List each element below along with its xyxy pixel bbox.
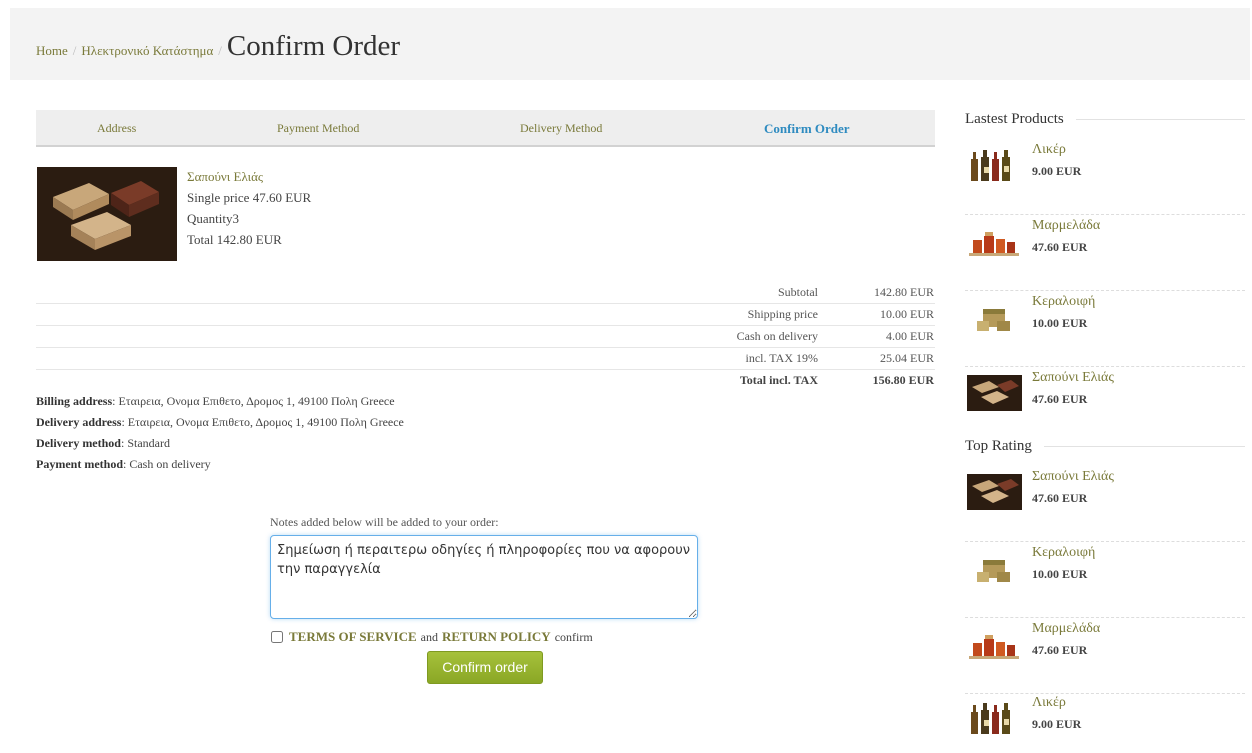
sidebar-product-name[interactable]: Λικέρ — [1032, 142, 1066, 158]
order-notes-textarea[interactable]: Σημείωση ή περαιτερω οδηγίες ή πληροφορί… — [270, 535, 698, 619]
breadcrumb: Home / Ηλεκτρονικό Κατάστημα / Confirm O… — [36, 30, 400, 63]
latest-products-heading: Lastest Products — [965, 111, 1245, 128]
totals-value: 142.80 EUR — [874, 285, 934, 299]
page-header: Home / Ηλεκτρονικό Κατάστημα / Confirm O… — [10, 8, 1250, 80]
terms-and-text: and — [420, 629, 438, 644]
sidebar-product[interactable]: Μαρμελάδα 47.60 EUR — [965, 215, 1245, 291]
step-delivery-method[interactable]: Delivery Method — [520, 121, 602, 136]
latest-products-title: Lastest Products — [965, 111, 1064, 127]
step-address[interactable]: Address — [97, 121, 136, 136]
sidebar-product-price: 47.60 EUR — [1032, 643, 1088, 657]
product-quantity: Quantity3 — [187, 211, 239, 226]
sidebar-product-name[interactable]: Λικέρ — [1032, 695, 1066, 711]
bottles-icon[interactable] — [967, 147, 1022, 183]
totals-row-grand-total: Total incl. TAX 156.80 EUR — [36, 370, 935, 392]
top-rating-title: Top Rating — [965, 438, 1032, 454]
totals-row-cod: Cash on delivery 4.00 EUR — [36, 326, 935, 348]
totals-label: Subtotal — [777, 285, 818, 299]
order-addresses: Billing address: Εταιρεια, Ονομα Επιθετο… — [36, 391, 404, 475]
product-total: Total 142.80 EUR — [187, 232, 282, 247]
totals-label: Cash on delivery — [736, 329, 818, 343]
jars-icon[interactable] — [967, 626, 1022, 662]
delivery-method-label: Delivery method — [36, 436, 121, 450]
payment-method: Payment method: Cash on delivery — [36, 454, 404, 475]
delivery-method: Delivery method: Standard — [36, 433, 404, 454]
billing-address-label: Billing address — [36, 394, 113, 408]
soap-icon[interactable] — [967, 474, 1022, 510]
delivery-address-value: : Εταιρεια, Ονομα Επιθετο, Δρομος 1, 491… — [121, 415, 404, 429]
billing-address: Billing address: Εταιρεια, Ονομα Επιθετο… — [36, 391, 404, 412]
payment-method-value: : Cash on delivery — [123, 457, 211, 471]
product-info: Σαπούνι Ελιάς Single price 47.60 EUR Qua… — [187, 166, 311, 250]
sidebar-product[interactable]: Λικέρ 9.00 EUR — [965, 139, 1245, 215]
bottles-icon[interactable] — [967, 700, 1022, 736]
sidebar-product-name[interactable]: Σαπούνι Ελιάς — [1032, 469, 1114, 485]
delivery-address: Delivery address: Εταιρεια, Ονομα Επιθετ… — [36, 412, 404, 433]
sidebar-product-price: 10.00 EUR — [1032, 316, 1088, 330]
terms-of-service-link[interactable]: TERMS OF SERVICE — [289, 629, 417, 645]
balm-icon[interactable] — [967, 299, 1022, 335]
checkout-steps: Address Payment Method Delivery Method C… — [36, 110, 935, 147]
product-image — [37, 167, 177, 261]
totals-value: 10.00 EUR — [880, 307, 934, 321]
sidebar-product[interactable]: Λικέρ 9.00 EUR — [965, 692, 1245, 752]
sidebar-product-price: 47.60 EUR — [1032, 491, 1088, 505]
terms-checkbox[interactable] — [271, 631, 283, 643]
sidebar-product[interactable]: Κεραλοιφή 10.00 EUR — [965, 291, 1245, 367]
totals-label: incl. TAX 19% — [745, 351, 818, 365]
sidebar-product-price: 9.00 EUR — [1032, 164, 1082, 178]
sidebar-product[interactable]: Σαπούνι Ελιάς 47.60 EUR — [965, 367, 1245, 443]
soap-icon[interactable] — [967, 375, 1022, 411]
jars-icon[interactable] — [967, 223, 1022, 259]
payment-method-label: Payment method — [36, 457, 123, 471]
totals-value: 156.80 EUR — [872, 373, 934, 387]
delivery-address-label: Delivery address — [36, 415, 122, 429]
terms-row: TERMS OF SERVICE and RETURN POLICY confi… — [271, 629, 597, 645]
delivery-method-value: : Standard — [120, 436, 170, 450]
page-title: Confirm Order — [226, 30, 401, 62]
confirm-order-button[interactable]: Confirm order — [427, 651, 543, 684]
sidebar-product-name[interactable]: Σαπούνι Ελιάς — [1032, 370, 1114, 386]
notes-label: Notes added below will be added to your … — [270, 515, 499, 529]
sidebar-product-name[interactable]: Μαρμελάδα — [1032, 621, 1100, 637]
sidebar-product[interactable]: Μαρμελάδα 47.60 EUR — [965, 618, 1245, 694]
terms-confirm-text: confirm — [554, 629, 593, 644]
sidebar-product[interactable]: Κεραλοιφή 10.00 EUR — [965, 542, 1245, 618]
totals-row-shipping: Shipping price 10.00 EUR — [36, 304, 935, 326]
heading-divider — [1043, 446, 1245, 447]
sidebar-product-name[interactable]: Κεραλοιφή — [1032, 545, 1095, 561]
sidebar-product-price: 10.00 EUR — [1032, 567, 1088, 581]
sidebar-product-price: 9.00 EUR — [1032, 717, 1082, 731]
product-single-price: Single price 47.60 EUR — [187, 190, 312, 205]
breadcrumb-shop-link[interactable]: Ηλεκτρονικό Κατάστημα — [81, 43, 213, 59]
billing-address-value: : Εταιρεια, Ονομα Επιθετο, Δρομος 1, 491… — [112, 394, 395, 408]
balm-icon[interactable] — [967, 550, 1022, 586]
top-rating-heading: Top Rating — [965, 438, 1245, 455]
sidebar-product[interactable]: Σαπούνι Ελιάς 47.60 EUR — [965, 466, 1245, 542]
breadcrumb-home-link[interactable]: Home — [36, 43, 68, 59]
breadcrumb-separator: / — [72, 43, 77, 58]
totals-label: Total incl. TAX — [739, 373, 818, 387]
totals-row-tax: incl. TAX 19% 25.04 EUR — [36, 348, 935, 370]
sidebar-product-price: 47.60 EUR — [1032, 240, 1088, 254]
heading-divider — [1075, 119, 1245, 120]
sidebar-product-name[interactable]: Μαρμελάδα — [1032, 218, 1100, 234]
totals-row-subtotal: Subtotal 142.80 EUR — [36, 282, 935, 304]
sidebar-product-name[interactable]: Κεραλοιφή — [1032, 294, 1095, 310]
product-name[interactable]: Σαπούνι Ελιάς — [187, 166, 311, 187]
step-payment-method[interactable]: Payment Method — [277, 121, 359, 136]
sidebar-product-price: 47.60 EUR — [1032, 392, 1088, 406]
step-confirm-order: Confirm Order — [764, 121, 850, 136]
breadcrumb-separator: / — [218, 43, 222, 58]
totals-value: 4.00 EUR — [886, 329, 934, 343]
totals-label: Shipping price — [747, 307, 818, 321]
order-totals: Subtotal 142.80 EUR Shipping price 10.00… — [36, 282, 935, 392]
return-policy-link[interactable]: RETURN POLICY — [442, 629, 551, 645]
totals-value: 25.04 EUR — [880, 351, 934, 365]
